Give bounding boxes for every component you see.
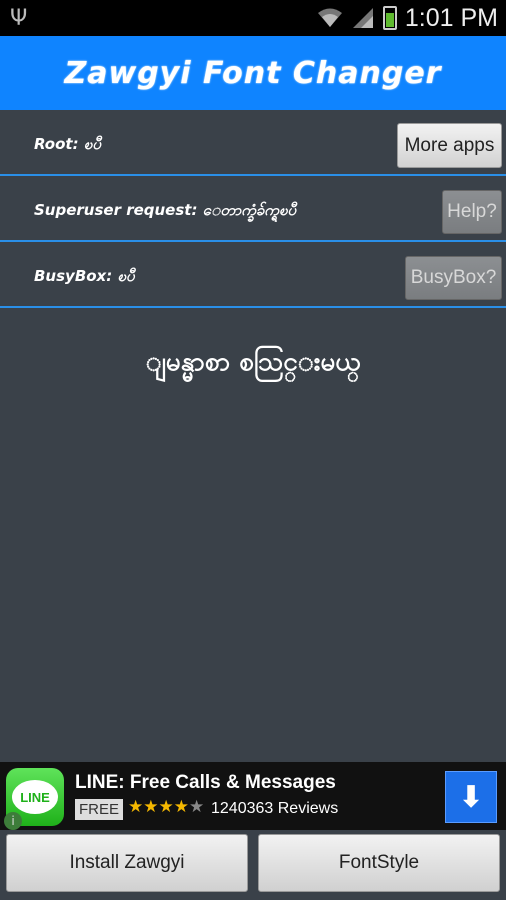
ad-free-badge: FREE — [75, 799, 124, 820]
download-arrow-icon[interactable]: ⬇ — [445, 771, 497, 823]
ad-title[interactable]: LINE: Free Calls & Messages — [75, 772, 336, 794]
ad-review-count: 1240363 Reviews — [211, 800, 339, 817]
status-icons: 1:01 PM — [317, 0, 498, 36]
superuser-status-label: Superuser request: ေတာက္ခံခ်က္ရၿပီ — [34, 201, 297, 219]
star-rating: ★★★★★ — [128, 797, 205, 817]
battery-charging-icon — [382, 6, 397, 30]
more-apps-button[interactable]: More apps — [397, 123, 502, 168]
ad-banner[interactable]: LINE i LINE: Free Calls & Messages FREE … — [0, 762, 506, 830]
help-button[interactable]: Help? — [442, 190, 502, 234]
info-icon[interactable]: i — [4, 812, 22, 830]
busybox-status-row: BusyBox: ၿပီ BusyBox? — [0, 244, 506, 308]
superuser-status-row: Superuser request: ေတာက္ခံခ်က္ရၿပီ Help? — [0, 178, 506, 242]
usb-icon: Ψ — [10, 6, 28, 31]
busybox-button[interactable]: BusyBox? — [405, 256, 502, 300]
fontstyle-button[interactable]: FontStyle — [258, 834, 500, 892]
root-status-row: Root: ၿပီ More apps — [0, 112, 506, 176]
line-logo-text: LINE — [12, 780, 58, 814]
install-zawgyi-button[interactable]: Install Zawgyi — [6, 834, 248, 892]
wifi-icon — [317, 8, 342, 27]
myanmar-text-banner: ျမန္မာစာ စသြင္းမယ္ — [145, 347, 361, 377]
status-bar: Ψ 1:01 PM — [0, 0, 506, 36]
signal-icon — [352, 8, 373, 28]
root-status-label: Root: ၿပီ — [34, 135, 101, 153]
status-time: 1:01 PM — [404, 3, 498, 32]
app-title: Zawgyi Font Changer — [64, 55, 442, 91]
busybox-status-label: BusyBox: ၿပီ — [34, 267, 135, 285]
app-title-bar: Zawgyi Font Changer — [0, 36, 506, 110]
